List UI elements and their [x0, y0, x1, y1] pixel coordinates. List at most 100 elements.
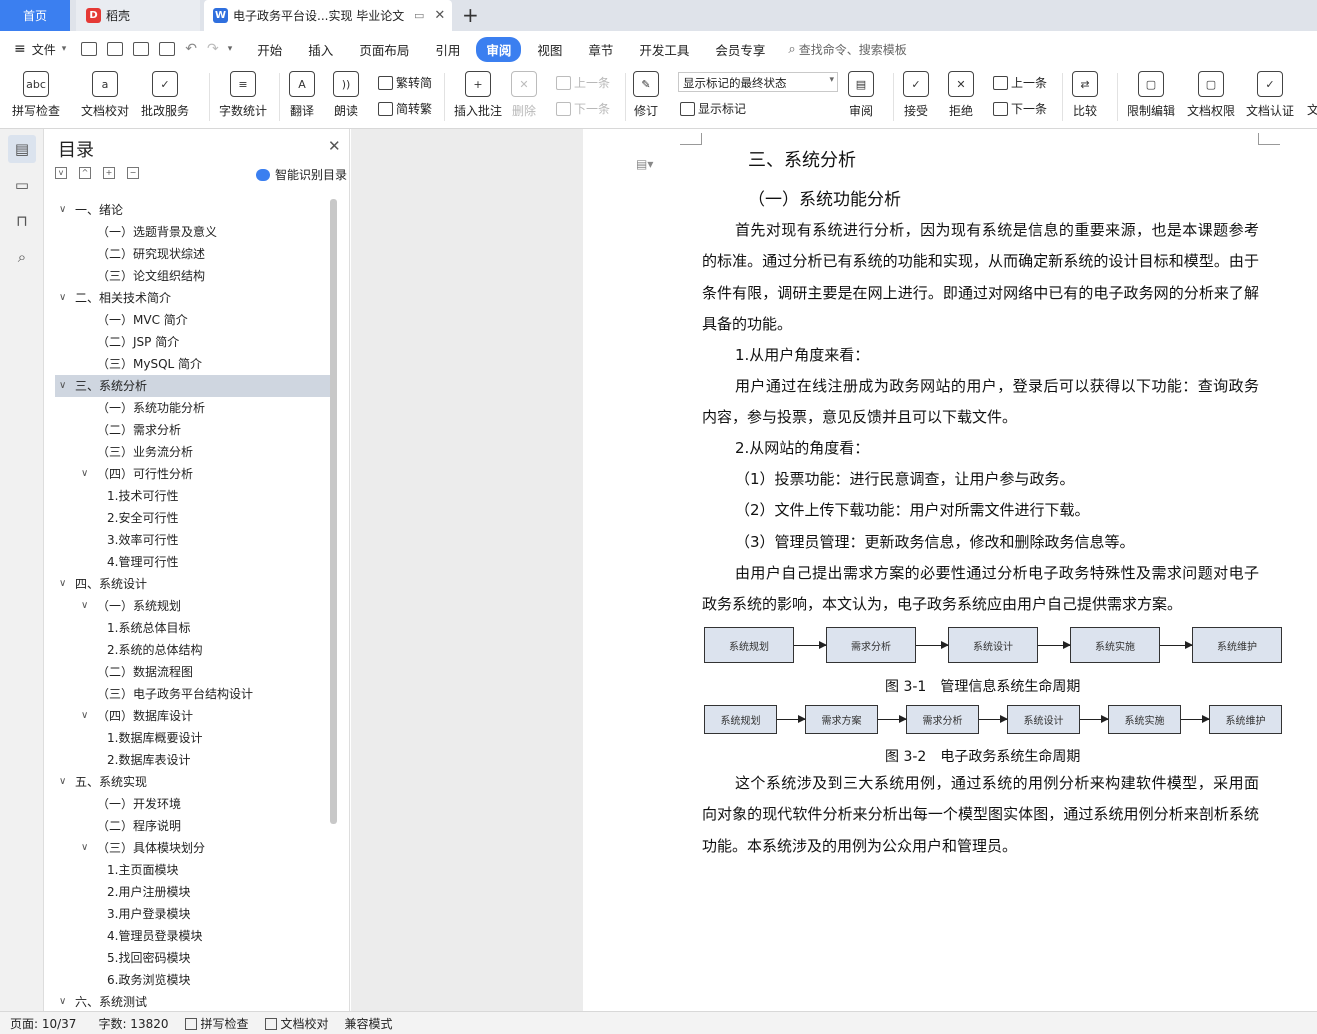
- bookmark-icon[interactable]: ⊓: [8, 207, 36, 235]
- next-comment-button[interactable]: 下一条: [556, 100, 610, 117]
- tab-developer[interactable]: 开发工具: [629, 37, 699, 62]
- toc-item[interactable]: （二）研究现状综述: [55, 243, 330, 265]
- markup-state-select[interactable]: 显示标记的最终状态: [678, 72, 838, 92]
- toc-item[interactable]: 2.数据库表设计: [55, 749, 330, 771]
- redo-icon[interactable]: ↷: [207, 41, 219, 57]
- toc-item[interactable]: ∨ （三）具体模块划分: [55, 837, 330, 859]
- next-change-button[interactable]: 下一条: [993, 100, 1047, 117]
- toc-item[interactable]: 3.用户登录模块: [55, 903, 330, 925]
- print-preview-icon[interactable]: [159, 42, 176, 56]
- tab-document[interactable]: W 电子政务平台设...实现 毕业论文 ▭ ✕: [204, 0, 452, 31]
- tab-references[interactable]: 引用: [425, 37, 470, 62]
- search-icon[interactable]: ⌕: [8, 243, 36, 271]
- toc-item[interactable]: ∨ 六、系统测试: [55, 991, 330, 1013]
- compare-button[interactable]: ⇄ 比较: [1072, 71, 1098, 119]
- tab-window-icon[interactable]: ▭: [414, 9, 424, 22]
- tab-daoke[interactable]: D 稻壳: [76, 0, 200, 31]
- print-icon[interactable]: [133, 42, 150, 56]
- add-heading-icon[interactable]: +: [103, 167, 115, 179]
- prev-comment-button[interactable]: 上一条: [556, 74, 610, 91]
- translate-button[interactable]: A 翻译: [289, 71, 315, 119]
- toc-item[interactable]: （一）选题背景及意义: [55, 221, 330, 243]
- new-tab-icon[interactable]: +: [462, 3, 479, 27]
- export-pdf-icon[interactable]: [107, 42, 124, 56]
- toc-item[interactable]: 2.用户注册模块: [55, 881, 330, 903]
- toc-item[interactable]: （二）JSP 简介: [55, 331, 330, 353]
- review-pane-button[interactable]: ▤ 审阅: [848, 71, 874, 119]
- toc-item[interactable]: 1.系统总体目标: [55, 617, 330, 639]
- chevron-down-icon[interactable]: ∨: [59, 771, 66, 793]
- tab-view[interactable]: 视图: [527, 37, 572, 62]
- restrict-editing-button[interactable]: ▢ 限制编辑: [1127, 71, 1175, 119]
- accept-button[interactable]: ✓ 接受: [903, 71, 929, 119]
- tab-home[interactable]: 首页: [0, 0, 70, 31]
- toc-item[interactable]: 4.管理可行性: [55, 551, 330, 573]
- toc-scrollbar[interactable]: [330, 199, 337, 824]
- track-changes-button[interactable]: ✎ 修订: [633, 71, 659, 119]
- toc-item[interactable]: （二）程序说明: [55, 815, 330, 837]
- status-spell-check[interactable]: 拼写检查: [184, 1015, 249, 1032]
- toc-item[interactable]: 6.政务浏览模块: [55, 969, 330, 991]
- collapse-all-icon[interactable]: ^: [79, 167, 91, 179]
- toc-item[interactable]: （二）需求分析: [55, 419, 330, 441]
- review-service-button[interactable]: ✓ 批改服务: [141, 71, 189, 119]
- smart-toc-button[interactable]: 智能识别目录: [256, 166, 347, 183]
- tab-layout[interactable]: 页面布局: [349, 37, 419, 62]
- read-aloud-button[interactable]: )) 朗读: [333, 71, 359, 119]
- chevron-down-icon[interactable]: ∨: [81, 595, 88, 617]
- toc-item[interactable]: （三）MySQL 简介: [55, 353, 330, 375]
- chevron-down-icon[interactable]: ∨: [81, 463, 88, 485]
- tab-chapter[interactable]: 章节: [578, 37, 623, 62]
- delete-comment-button[interactable]: ✕ 删除: [511, 71, 537, 119]
- toc-item[interactable]: 5.找回密码模块: [55, 947, 330, 969]
- toc-item[interactable]: （二）数据流程图: [55, 661, 330, 683]
- fan-to-jian-button[interactable]: 繁转简: [378, 74, 432, 91]
- toc-item[interactable]: 1.技术可行性: [55, 485, 330, 507]
- toc-item[interactable]: 1.数据库概要设计: [55, 727, 330, 749]
- toc-item[interactable]: （一）系统功能分析: [55, 397, 330, 419]
- toc-item[interactable]: ∨ 四、系统设计: [55, 573, 330, 595]
- doc-check-button[interactable]: a 文档校对: [81, 71, 129, 119]
- toc-item[interactable]: ∨ （四）可行性分析: [55, 463, 330, 485]
- page-options-icon[interactable]: ▤▾: [636, 157, 653, 171]
- toc-item[interactable]: ∨ （一）系统规划: [55, 595, 330, 617]
- chevron-down-icon[interactable]: ∨: [59, 375, 66, 397]
- toc-item[interactable]: 3.效率可行性: [55, 529, 330, 551]
- save-icon[interactable]: [81, 42, 98, 56]
- toc-item[interactable]: 4.管理员登录模块: [55, 925, 330, 947]
- toc-item[interactable]: ∨ 三、系统分析: [55, 375, 330, 397]
- toc-item[interactable]: （一）开发环境: [55, 793, 330, 815]
- toc-item[interactable]: 1.主页面模块: [55, 859, 330, 881]
- jian-to-fan-button[interactable]: 简转繁: [378, 100, 432, 117]
- toc-item[interactable]: （三）业务流分析: [55, 441, 330, 463]
- toc-item[interactable]: 2.安全可行性: [55, 507, 330, 529]
- chevron-down-icon[interactable]: ∨: [59, 991, 66, 1013]
- tab-review[interactable]: 审阅: [476, 36, 522, 62]
- close-icon[interactable]: ✕: [328, 137, 341, 155]
- toc-item[interactable]: ∨ 一、绪论: [55, 199, 330, 221]
- file-menu[interactable]: ≡ 文件 ▾: [14, 31, 66, 67]
- doc-permission-button[interactable]: ▢ 文档权限: [1187, 71, 1235, 119]
- chevron-down-icon[interactable]: ∨: [59, 199, 66, 221]
- toc-item[interactable]: （一）MVC 简介: [55, 309, 330, 331]
- tab-insert[interactable]: 插入: [298, 37, 343, 62]
- toc-item[interactable]: 2.系统的总体结构: [55, 639, 330, 661]
- reject-button[interactable]: ✕ 拒绝: [948, 71, 974, 119]
- toc-item[interactable]: （三）论文组织结构: [55, 265, 330, 287]
- tab-start[interactable]: 开始: [247, 37, 292, 62]
- quick-access-more-icon[interactable]: ▾: [228, 44, 233, 54]
- spell-check-button[interactable]: abc 拼写检查: [12, 71, 60, 119]
- toc-item[interactable]: ∨ 二、相关技术简介: [55, 287, 330, 309]
- tab-member[interactable]: 会员专享: [705, 37, 775, 62]
- tab-close-icon[interactable]: ✕: [434, 8, 445, 23]
- toc-item[interactable]: ∨ （四）数据库设计: [55, 705, 330, 727]
- insert-comment-button[interactable]: + 插入批注: [454, 71, 502, 119]
- chevron-down-icon[interactable]: ∨: [59, 287, 66, 309]
- chevron-down-icon[interactable]: ∨: [81, 837, 88, 859]
- toc-panel-icon[interactable]: ▤: [8, 135, 36, 163]
- chevron-down-icon[interactable]: ∨: [81, 705, 88, 727]
- toc-item[interactable]: ∨ 五、系统实现: [55, 771, 330, 793]
- word-count-button[interactable]: ≡ 字数统计: [219, 71, 267, 119]
- expand-all-icon[interactable]: v: [55, 167, 67, 179]
- doc-certify-button[interactable]: ✓ 文档认证: [1246, 71, 1294, 119]
